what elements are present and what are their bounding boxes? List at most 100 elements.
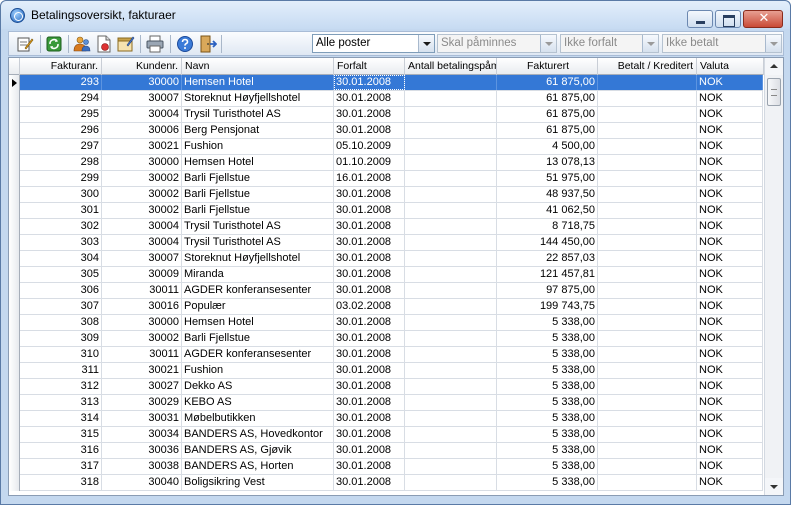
cell-due-date[interactable]: 30.01.2008 [334,347,405,362]
cell-invoice[interactable]: 305 [20,267,102,282]
cell-paid[interactable] [598,459,697,474]
cell-due-date[interactable]: 30.01.2008 [334,411,405,426]
cell-due-date[interactable]: 30.01.2008 [334,475,405,490]
cell-due-date[interactable]: 30.01.2008 [334,203,405,218]
table-row[interactable]: 304 30007 Storeknut Høyfjellshotel 30.01.20… [9,251,763,267]
table-row[interactable]: 311 30021 Fushion 30.01.2008 5 338,00 NOK [9,363,763,379]
row-selector[interactable] [9,251,20,267]
cell-due-date[interactable]: 01.10.2009 [334,155,405,170]
close-button[interactable]: ✕ [743,10,783,28]
table-row[interactable]: 313 30029 KEBO AS 30.01.2008 5 338,00 NOK [9,395,763,411]
cell-invoice[interactable]: 314 [20,411,102,426]
cell-invoice[interactable]: 307 [20,299,102,314]
cell-currency[interactable]: NOK [697,267,763,282]
cell-invoiced[interactable]: 13 078,13 [497,155,598,170]
cell-name[interactable]: Berg Pensjonat [182,123,334,138]
row-selector[interactable] [9,187,20,203]
cell-name[interactable]: Møbelbutikken [182,411,334,426]
cell-name[interactable]: Storeknut Høyfjellshotel [182,251,334,266]
cell-currency[interactable]: NOK [697,299,763,314]
cell-paid[interactable] [598,411,697,426]
cell-due-date[interactable]: 30.01.2008 [334,283,405,298]
cell-due-date[interactable]: 30.01.2008 [334,187,405,202]
cell-due-date[interactable]: 30.01.2008 [334,219,405,234]
cell-invoiced[interactable]: 22 857,03 [497,251,598,266]
cell-customer[interactable]: 30021 [102,363,182,378]
print-icon[interactable] [146,35,164,53]
cell-name[interactable]: Fushion [182,363,334,378]
cell-customer[interactable]: 30007 [102,91,182,106]
row-selector[interactable] [9,331,20,347]
cell-reminders[interactable] [405,315,497,330]
cell-name[interactable]: Trysil Turisthotel AS [182,107,334,122]
cell-reminders[interactable] [405,299,497,314]
cell-invoiced[interactable]: 5 338,00 [497,315,598,330]
cell-due-date[interactable]: 30.01.2008 [334,75,405,90]
cell-invoice[interactable]: 310 [20,347,102,362]
cell-reminders[interactable] [405,235,497,250]
cell-reminders[interactable] [405,475,497,490]
cell-invoice[interactable]: 316 [20,443,102,458]
cell-currency[interactable]: NOK [697,331,763,346]
cell-paid[interactable] [598,107,697,122]
cell-currency[interactable]: NOK [697,155,763,170]
cell-reminders[interactable] [405,171,497,186]
properties-icon[interactable] [117,35,135,53]
cell-due-date[interactable]: 30.01.2008 [334,107,405,122]
table-row[interactable]: 298 30000 Hemsen Hotel 01.10.2009 13 078,13 N… [9,155,763,171]
cell-name[interactable]: KEBO AS [182,395,334,410]
row-selector[interactable] [9,203,20,219]
document-icon[interactable] [95,35,113,53]
table-row[interactable]: 305 30009 Miranda 30.01.2008 121 457,81 NOK [9,267,763,283]
table-row[interactable]: 315 30034 BANDERS AS, Hovedkontor 30.01.200… [9,427,763,443]
table-row[interactable]: 293 30000 Hemsen Hotel 30.01.2008 61 875,00 N… [9,75,763,91]
cell-customer[interactable]: 30021 [102,139,182,154]
cell-due-date[interactable]: 30.01.2008 [334,395,405,410]
cell-customer[interactable]: 30040 [102,475,182,490]
cell-name[interactable]: Populær [182,299,334,314]
cell-paid[interactable] [598,379,697,394]
cell-customer[interactable]: 30036 [102,443,182,458]
cell-customer[interactable]: 30000 [102,75,182,90]
cell-due-date[interactable]: 30.01.2008 [334,459,405,474]
cell-name[interactable]: AGDER konferansesenter [182,347,334,362]
row-selector[interactable] [9,395,20,411]
cell-invoiced[interactable]: 48 937,50 [497,187,598,202]
cell-invoice[interactable]: 318 [20,475,102,490]
cell-name[interactable]: Barli Fjellstue [182,187,334,202]
cell-reminders[interactable] [405,459,497,474]
cell-paid[interactable] [598,75,697,90]
cell-invoice[interactable]: 296 [20,123,102,138]
cell-invoice[interactable]: 313 [20,395,102,410]
column-header-currency[interactable]: Valuta [697,58,764,75]
row-selector[interactable] [9,267,20,283]
cell-invoice[interactable]: 302 [20,219,102,234]
cell-due-date[interactable]: 30.01.2008 [334,123,405,138]
row-selector[interactable] [9,107,20,123]
cell-name[interactable]: Barli Fjellstue [182,171,334,186]
cell-currency[interactable]: NOK [697,75,763,90]
row-selector[interactable] [9,427,20,443]
cell-currency[interactable]: NOK [697,171,763,186]
row-selector[interactable] [9,139,20,155]
cell-currency[interactable]: NOK [697,187,763,202]
cell-reminders[interactable] [405,347,497,362]
cell-due-date[interactable]: 30.01.2008 [334,331,405,346]
cell-invoiced[interactable]: 41 062,50 [497,203,598,218]
cell-reminders[interactable] [405,91,497,106]
cell-paid[interactable] [598,427,697,442]
cell-invoiced[interactable]: 5 338,00 [497,331,598,346]
cell-paid[interactable] [598,139,697,154]
cell-invoice[interactable]: 304 [20,251,102,266]
cell-paid[interactable] [598,251,697,266]
column-header-invoice[interactable]: Fakturanr. [20,58,102,75]
cell-currency[interactable]: NOK [697,251,763,266]
row-selector[interactable] [9,315,20,331]
invoice-grid[interactable]: Fakturanr. Kundenr. Navn Forfalt Antall … [8,57,784,496]
cell-invoice[interactable]: 309 [20,331,102,346]
cell-invoice[interactable]: 299 [20,171,102,186]
cell-currency[interactable]: NOK [697,235,763,250]
cell-currency[interactable]: NOK [697,443,763,458]
chevron-down-icon[interactable] [418,35,434,52]
cell-reminders[interactable] [405,283,497,298]
